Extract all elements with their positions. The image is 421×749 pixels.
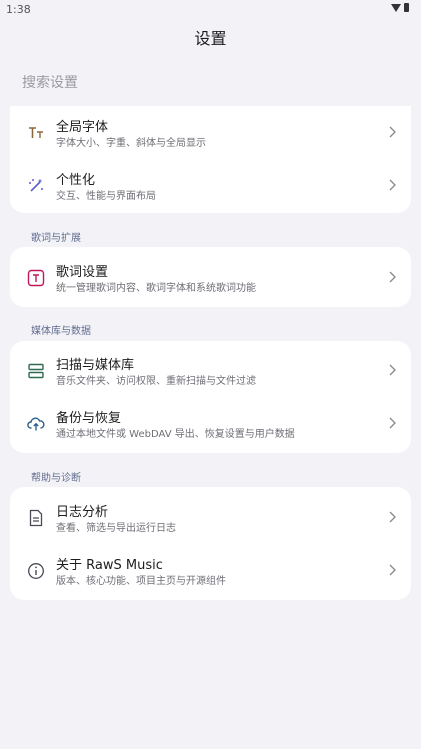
item-subtitle: 查看、筛选与导出运行日志: [56, 523, 176, 534]
item-title: 个性化: [56, 173, 96, 188]
font-size-icon: [26, 123, 46, 143]
magic-wand-icon: [26, 176, 46, 196]
item-subtitle: 音乐文件夹、访问权限、重新扫描与文件过滤: [56, 376, 256, 387]
page-title: 设置: [194, 29, 227, 48]
item-subtitle: 通过本地文件或 WebDAV 导出、恢复设置与用户数据: [56, 429, 295, 440]
wifi-icon: [391, 3, 401, 12]
chevron-right-icon: [389, 179, 396, 191]
item-subtitle: 版本、核心功能、项目主页与开源组件: [56, 576, 226, 587]
info-icon: [26, 561, 46, 581]
item-title: 全局字体: [56, 120, 109, 135]
document-icon: [26, 508, 46, 528]
section-label-lyrics: 歌词与扩展: [31, 233, 81, 244]
section-label-help: 帮助与诊断: [31, 473, 81, 484]
chevron-right-icon: [389, 417, 396, 429]
settings-item-about[interactable]: 关于 RawS Music 版本、核心功能、项目主页与开源组件: [10, 544, 411, 597]
item-title: 备份与恢复: [56, 411, 122, 426]
chevron-right-icon: [389, 126, 396, 138]
lyrics-icon: [26, 268, 46, 288]
cloud-upload-icon: [26, 414, 46, 434]
settings-card-media: 扫描与媒体库 音乐文件夹、访问权限、重新扫描与文件过滤 备份与恢复 通过本地文件…: [10, 341, 411, 453]
chevron-right-icon: [389, 364, 396, 376]
item-title: 歌词设置: [56, 265, 109, 280]
status-time: 1:38: [6, 3, 31, 16]
item-title: 日志分析: [56, 505, 109, 520]
item-subtitle: 交互、性能与界面布局: [56, 191, 156, 202]
settings-card-help: 日志分析 查看、筛选与导出运行日志 关于 RawS Music 版本、核心功能、…: [10, 487, 411, 600]
status-bar: 1:38: [0, 0, 421, 20]
item-subtitle: 统一管理歌词内容、歌词字体和系统歌词功能: [56, 283, 256, 294]
settings-card-general: 全局字体 字体大小、字重、斜体与全局显示 个性化 交互、性能与界面布局: [10, 106, 411, 213]
scan-icon: [26, 361, 46, 381]
settings-card-lyrics: 歌词设置 统一管理歌词内容、歌词字体和系统歌词功能: [10, 247, 411, 307]
settings-item-scan-library[interactable]: 扫描与媒体库 音乐文件夹、访问权限、重新扫描与文件过滤: [10, 344, 411, 397]
chevron-right-icon: [389, 511, 396, 523]
item-title: 扫描与媒体库: [56, 358, 135, 373]
chevron-right-icon: [389, 271, 396, 283]
chevron-right-icon: [389, 564, 396, 576]
settings-item-global-font[interactable]: 全局字体 字体大小、字重、斜体与全局显示: [10, 106, 411, 159]
section-label-media: 媒体库与数据: [31, 326, 91, 337]
settings-item-lyrics[interactable]: 歌词设置 统一管理歌词内容、歌词字体和系统歌词功能: [10, 251, 411, 304]
search-input[interactable]: [10, 75, 411, 91]
settings-item-personalization[interactable]: 个性化 交互、性能与界面布局: [10, 159, 411, 212]
battery-icon: [404, 3, 409, 12]
settings-item-backup-restore[interactable]: 备份与恢复 通过本地文件或 WebDAV 导出、恢复设置与用户数据: [10, 397, 411, 450]
search-bar[interactable]: [10, 70, 411, 96]
item-subtitle: 字体大小、字重、斜体与全局显示: [56, 138, 206, 149]
status-icons: [391, 3, 409, 12]
item-title: 关于 RawS Music: [56, 558, 163, 573]
settings-item-log-analysis[interactable]: 日志分析 查看、筛选与导出运行日志: [10, 491, 411, 544]
